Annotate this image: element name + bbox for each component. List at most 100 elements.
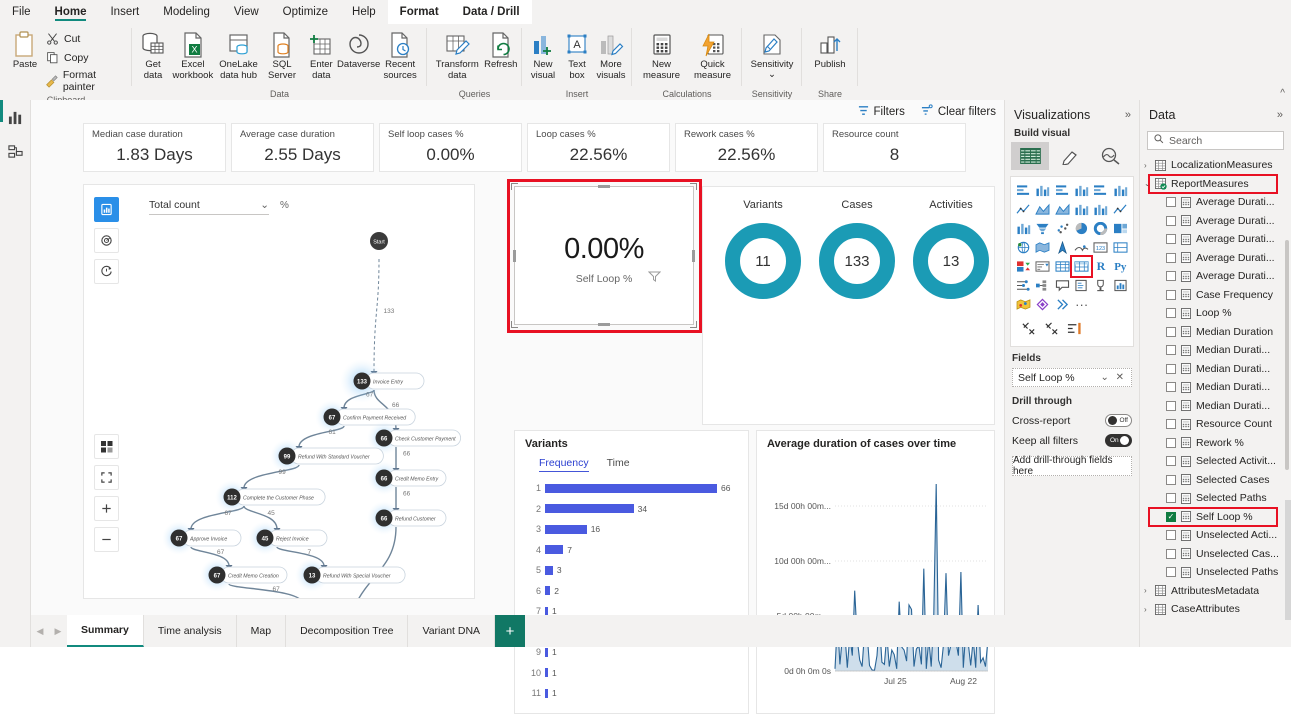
collapse-pane-icon[interactable]: » [1125,109,1131,121]
field-checkbox[interactable]: ✓ [1166,511,1176,522]
resize-handle-tl[interactable] [511,183,518,190]
resize-handle-top[interactable] [598,185,610,188]
search-input[interactable]: Search [1147,131,1284,150]
menu-item-optimize[interactable]: Optimize [271,0,340,24]
variants-visual[interactable]: Variants Frequency Time 1 66 2 34 3 16 4 7 5 3 6 2 7 1… [514,430,749,714]
page-tab-summary[interactable]: Summary [67,615,144,647]
data-measure-row[interactable]: Unselected Cas... [1140,545,1291,564]
data-measure-row[interactable]: Selected Cases [1140,471,1291,490]
paginated-report-icon[interactable] [1091,276,1110,295]
line-clustered-column-icon[interactable] [1091,200,1110,219]
variants-tab-time[interactable]: Time [607,457,630,472]
flow-activity-node[interactable]: 67 Confirm Payment Received [315,400,416,434]
variant-bar-row[interactable]: 1 66 [525,478,738,499]
model-view-icon[interactable] [0,134,31,168]
format-tab-icon[interactable] [1051,142,1089,170]
data-table-row[interactable]: › AttributesMetadata [1140,582,1291,601]
menu-item-modeling[interactable]: Modeling [151,0,222,24]
field-checkbox[interactable] [1166,363,1176,374]
arcgis-map-icon[interactable] [1014,295,1033,314]
page-tab-decomposition-tree[interactable]: Decomposition Tree [286,615,409,647]
flow-activity-node[interactable]: 133 Invoice Entry [340,359,425,403]
power-apps-icon[interactable] [1033,295,1052,314]
field-checkbox[interactable] [1166,474,1176,485]
resize-handle-left[interactable] [513,249,516,262]
more-visuals-button[interactable]: More visuals [594,28,628,83]
variant-bar-row[interactable]: 2 34 [525,499,738,520]
clustered-column-chart-icon[interactable] [1072,181,1091,200]
donut-kpi[interactable]: Activities 13 [903,199,999,299]
data-measure-row[interactable]: Average Durati... [1140,193,1291,212]
flow-activity-node[interactable]: 112 Complete the Customer Phase [215,480,326,514]
data-measure-row[interactable]: Average Durati... [1140,249,1291,268]
filters-button[interactable]: Filters [858,105,905,119]
variant-bar-row[interactable]: 3 16 [525,519,738,540]
azure-map-icon[interactable] [1053,238,1072,257]
menu-item-data-drill[interactable]: Data / Drill [450,0,532,24]
fields-well[interactable]: Self Loop % ⌄ ✕ [1012,368,1132,387]
field-checkbox[interactable] [1166,197,1176,208]
treemap-icon[interactable] [1111,219,1130,238]
line-stacked-column-icon[interactable] [1072,200,1091,219]
table-icon[interactable] [1053,257,1072,276]
metrics-icon[interactable] [1111,276,1130,295]
resize-handle-br[interactable] [690,321,697,328]
publish-button[interactable]: Publish [810,28,849,73]
field-checkbox[interactable] [1166,215,1176,226]
fields-well-controls[interactable]: ⌄ ✕ [1100,372,1126,383]
resize-handle-bl[interactable] [511,321,518,328]
qa-visual-icon[interactable] [1053,276,1072,295]
new-visual-button[interactable]: New visual [526,28,560,83]
field-checkbox[interactable] [1166,326,1176,337]
data-measure-row[interactable]: Resource Count [1140,415,1291,434]
enter-data-button[interactable]: Enter data [303,28,341,83]
area-chart-icon[interactable] [1033,200,1052,219]
stacked-area-chart-icon[interactable] [1053,200,1072,219]
report-view-icon[interactable] [0,100,31,134]
copy-button[interactable]: Copy [42,49,128,66]
format-painter-button[interactable]: Format painter [42,68,128,94]
power-automate-icon[interactable] [1053,295,1072,314]
variant-bar-row[interactable]: 11 1 [525,683,738,704]
performance-view-icon[interactable] [94,228,119,253]
data-measure-row[interactable]: Case Frequency [1140,286,1291,305]
menu-item-home[interactable]: Home [43,0,99,24]
map-icon[interactable] [1014,238,1033,257]
data-measure-row[interactable]: Median Durati... [1140,397,1291,416]
ribbon-chart-icon[interactable] [1111,200,1130,219]
stacked-column-chart-icon[interactable] [1033,181,1052,200]
field-checkbox[interactable] [1166,493,1176,504]
100-stacked-column-chart-icon[interactable] [1111,181,1130,200]
data-measure-row[interactable]: Median Durati... [1140,360,1291,379]
kpi-card[interactable]: Median case duration 1.83 Days [83,123,226,172]
key-influencers-icon[interactable] [1014,276,1033,295]
zoom-out-icon[interactable] [94,527,119,552]
chevron-right-icon[interactable]: › [1144,605,1155,614]
variant-bar-row[interactable]: 47 [525,540,738,561]
time-view-icon[interactable] [94,259,119,284]
data-measure-row[interactable]: ✓ Self Loop % [1140,508,1291,527]
data-measure-row[interactable]: Selected Activit... [1140,452,1291,471]
sensitivity-button[interactable]: Sensitivity ⌄ [747,28,798,80]
flow-activity-node[interactable]: 66 Refund Customer [367,501,447,535]
menu-item-format[interactable]: Format [387,0,451,24]
page-next-icon[interactable]: ▶ [49,615,67,647]
variant-bar-row[interactable]: 53 [525,560,738,581]
window-scrollbar[interactable] [1285,500,1291,620]
drill-through-dropzone[interactable]: Add drill-through fields here [1012,455,1132,477]
card-icon[interactable]: 123 [1091,238,1110,257]
add-page-button[interactable]: + [495,615,526,647]
chevron-down-icon[interactable]: ⌄ [1144,179,1155,188]
data-measure-row[interactable]: Median Durati... [1140,378,1291,397]
data-measure-row[interactable]: Rework % [1140,434,1291,453]
kpi-card[interactable]: Average case duration 2.55 Days [231,123,374,172]
self-loop-card-visual[interactable]: 0.00% Self Loop % [511,183,697,328]
data-table-row[interactable]: ⌄ ReportMeasures [1140,175,1291,194]
100-stacked-bar-chart-icon[interactable] [1091,181,1110,200]
chevron-right-icon[interactable]: › [1144,161,1155,170]
menu-item-view[interactable]: View [222,0,271,24]
data-measure-row[interactable]: Selected Paths [1140,489,1291,508]
sql-server-button[interactable]: SQL Server [261,28,302,83]
recent-sources-button[interactable]: Recent sources [377,28,423,83]
field-checkbox[interactable] [1166,419,1176,430]
